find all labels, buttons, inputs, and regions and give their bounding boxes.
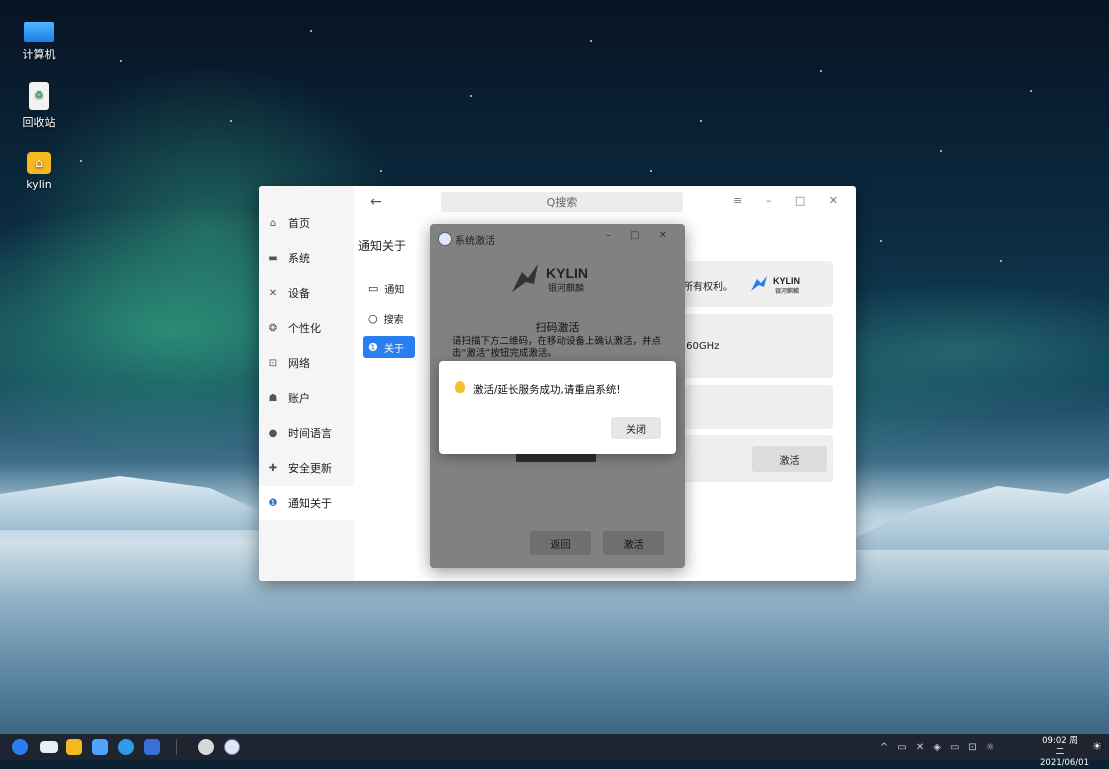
subnav-item-label: 搜索 [383, 314, 404, 326]
sidebar-item-label: 通知关于 [288, 497, 332, 510]
tray-expand-icon[interactable]: ^ [880, 742, 888, 753]
palette-icon: ❂ [268, 322, 278, 334]
info-icon: ❶ [368, 340, 378, 354]
volume-icon[interactable]: ◈ [933, 742, 941, 753]
sidebar-item-network[interactable]: ⊡ 网络 [259, 346, 354, 380]
sidebar-item-system[interactable]: ▬ 系统 [259, 241, 354, 275]
popup-message: 激活/延长服务成功,请重启系统! [473, 384, 621, 396]
svg-text:银河麒麟: 银河麒麟 [775, 287, 799, 295]
logo-subtext: 银河麒麟 [548, 282, 584, 294]
close-button[interactable]: 关闭 [611, 417, 661, 439]
sidebar-item-account[interactable]: ☗ 账户 [259, 381, 354, 415]
desktop-icon-computer[interactable]: 计算机 [14, 18, 64, 62]
trash-icon: ♻ [29, 82, 49, 110]
info-icon: ❶ [268, 497, 278, 509]
home-icon: ⌂ [269, 217, 277, 229]
back-button[interactable]: 返回 [530, 531, 591, 555]
back-arrow-icon[interactable]: ← [370, 194, 382, 210]
taskbar-clock[interactable]: 09:02 周二 2021/06/01 [1040, 736, 1089, 769]
logo-text: KYLIN [546, 265, 588, 281]
subnav-item-notification[interactable]: ▭ 通知 [363, 277, 415, 299]
clock-icon: ● [268, 427, 278, 439]
brightness-icon[interactable]: ☼ [986, 742, 995, 753]
sidebar-item-label: 安全更新 [288, 462, 332, 475]
sidebar-item-label: 网络 [288, 357, 310, 370]
browser-icon[interactable] [118, 739, 134, 755]
computer-icon [24, 22, 54, 42]
keyboard-icon[interactable]: ▭ [897, 742, 906, 753]
sidebar-item-label: 时间语言 [288, 427, 332, 440]
taskbar-divider [176, 739, 177, 755]
sidebar-item-label: 首页 [288, 217, 310, 230]
scan-title: 扫码激活 [535, 321, 580, 334]
subnav-item-about[interactable]: ❶ 关于 [363, 336, 415, 358]
wps-writer-icon[interactable] [144, 739, 160, 755]
network-icon: ⊡ [268, 357, 278, 369]
sidebar-item-label: 系统 [288, 252, 310, 265]
notification-icon[interactable]: ▭ [950, 742, 959, 753]
desktop-icon-trash[interactable]: ♻ 回收站 [14, 82, 64, 130]
window-controls[interactable]: ≡ – □ ✕ [733, 194, 848, 207]
settings-sidebar: ⌂ 首页 ▬ 系统 ✕ 设备 ❂ 个性化 ⊡ 网络 ☗ 账户 ● 时间语言 ✚ [259, 186, 354, 581]
sidebar-item-label: 账户 [288, 392, 310, 405]
kylin-app-icon [438, 232, 452, 246]
sidebar-item-personalize[interactable]: ❂ 个性化 [259, 311, 354, 345]
settings-app-icon[interactable] [198, 739, 214, 755]
lightbulb-icon [455, 381, 465, 393]
subnav-item-search[interactable]: ○ 搜索 [363, 307, 415, 329]
sidebar-item-devices[interactable]: ✕ 设备 [259, 276, 354, 310]
dialog-title: 系统激活 [455, 236, 495, 247]
desktop-icon-label: 计算机 [22, 48, 56, 61]
shield-icon: ✚ [268, 462, 278, 474]
kylin-logo-icon: KYLIN 银河麒麟 [751, 276, 800, 295]
subnav-item-label: 通知 [384, 284, 405, 296]
file-manager-icon[interactable] [66, 739, 82, 755]
desktop-icon-label: kylin [26, 178, 52, 191]
cpu-text: .60GHz [683, 341, 720, 352]
page-title: 通知关于 [358, 239, 407, 253]
kylin-logo-icon: KYLIN 银河麒麟 [512, 264, 588, 294]
clock-time: 09:02 周二 [1042, 736, 1078, 757]
sidebar-item-time-language[interactable]: ● 时间语言 [259, 416, 354, 450]
dialog-window-controls[interactable]: – □ ✕ [606, 230, 675, 241]
sidebar-item-home[interactable]: ⌂ 首页 [259, 206, 354, 240]
copyright-text: 所有权利。 [683, 282, 733, 293]
system-tray: ^ ▭ ✕ ◈ ▭ ⊡ ☼ [880, 734, 1004, 760]
sidebar-item-label: 个性化 [288, 322, 321, 335]
taskbar: ^ ▭ ✕ ◈ ▭ ⊡ ☼ 09:02 周二 2021/06/01 ☀ [0, 734, 1109, 768]
user-icon: ☗ [268, 392, 278, 404]
multitask-view-icon[interactable] [40, 741, 58, 753]
start-menu-icon[interactable] [12, 739, 28, 755]
kylin-activation-app-icon[interactable] [224, 739, 240, 755]
svg-text:KYLIN: KYLIN [773, 276, 800, 286]
scan-description: 请扫描下方二维码，在移动设备上确认激活，并点击“激活”按钮完成激活。 [452, 336, 662, 359]
subnav-item-label: 关于 [383, 343, 404, 355]
monitor-icon: ▬ [268, 252, 278, 264]
sidebar-item-security-update[interactable]: ✚ 安全更新 [259, 451, 354, 485]
search-input[interactable]: Q搜索 [441, 192, 683, 212]
about-card-copyright: 所有权利。 KYLIN 银河麒麟 [683, 261, 833, 307]
software-store-icon[interactable] [92, 739, 108, 755]
desktop-icon-label: 回收站 [22, 116, 56, 129]
desktop-icon-kylin[interactable]: ⌂ kylin [14, 152, 64, 191]
about-card-hardware: .60GHz [683, 314, 833, 378]
success-popup: 激活/延长服务成功,请重启系统! 关闭 [439, 361, 676, 454]
sidebar-item-label: 设备 [288, 287, 310, 300]
sidebar-item-notification-about[interactable]: ❶ 通知关于 [259, 486, 354, 520]
home-folder-icon: ⌂ [27, 152, 51, 174]
network-icon[interactable]: ⊡ [968, 742, 976, 753]
activate-button[interactable]: 激活 [752, 446, 827, 472]
search-icon: ○ [368, 311, 378, 325]
night-mode-icon[interactable]: ☀ [1092, 740, 1104, 753]
about-card-info [683, 385, 833, 429]
device-icon: ✕ [268, 287, 278, 299]
activate-button[interactable]: 激活 [603, 531, 664, 555]
chat-icon: ▭ [368, 281, 379, 295]
bluetooth-icon[interactable]: ✕ [916, 742, 924, 753]
